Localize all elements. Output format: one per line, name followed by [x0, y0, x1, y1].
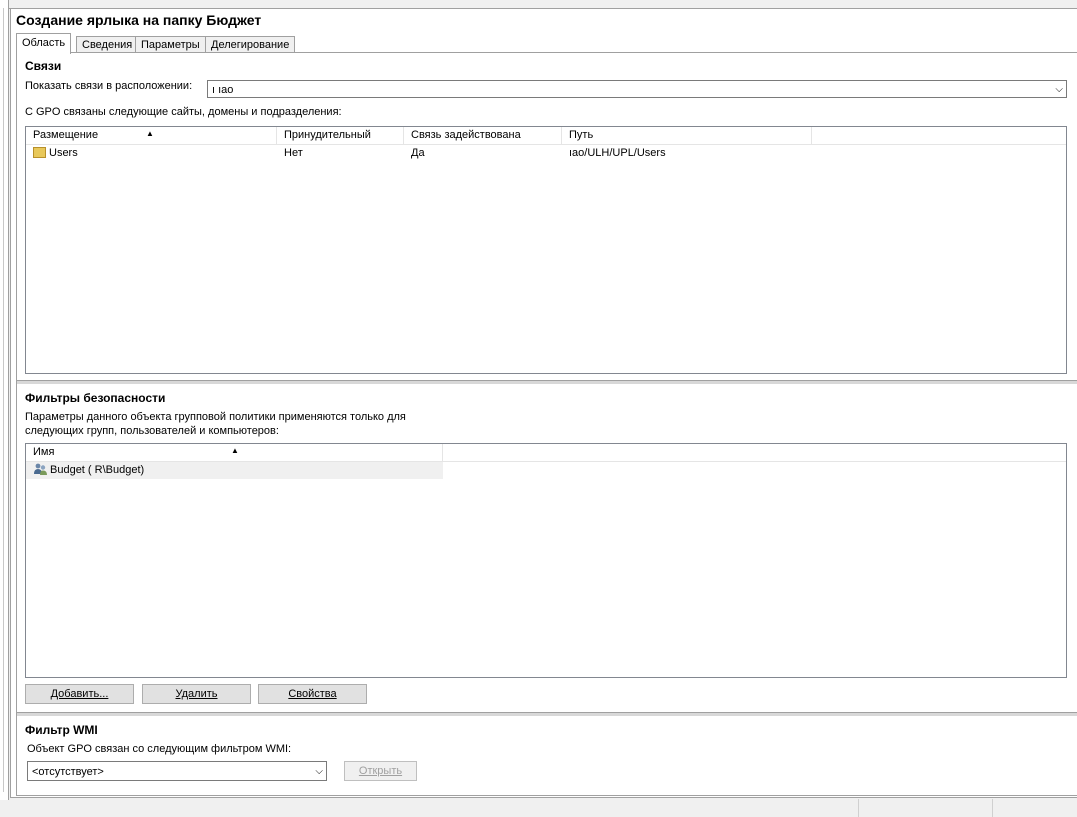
tab-settings[interactable]: Параметры: [135, 36, 206, 53]
page-title: Создание ярлыка на папку Бюджет: [16, 12, 262, 28]
wmi-filter-dropdown[interactable]: <отсутствует> ⌵: [27, 761, 327, 781]
location-dropdown[interactable]: ı ıao ⌵: [207, 80, 1067, 98]
users-group-icon: [34, 463, 47, 476]
links-list-header: Размещение ▲ Принудительный Связь задейс…: [26, 127, 1066, 145]
gpo-editor-pane: Создание ярлыка на папку Бюджет Область …: [10, 9, 1077, 798]
tab-details[interactable]: Сведения: [76, 36, 139, 53]
add-button[interactable]: Добавить...: [25, 684, 134, 704]
security-description-1: Параметры данного объекта групповой поли…: [25, 411, 406, 423]
sort-ascending-icon: ▲: [146, 129, 154, 138]
row-location: Users: [49, 147, 78, 159]
location-value: ı ıao: [212, 84, 234, 96]
col-enabled-header[interactable]: Связь задействована: [404, 127, 562, 144]
tab-delegation[interactable]: Делегирование: [205, 36, 296, 53]
left-pane-edge: [0, 0, 9, 800]
section-splitter[interactable]: [17, 712, 1077, 717]
remove-button[interactable]: Удалить: [142, 684, 251, 704]
links-description: С GPO связаны следующие сайты, домены и …: [25, 106, 342, 118]
status-bar-divider: [858, 799, 859, 817]
security-filter-list[interactable]: Имя ▲ Budget ( R\Budget): [25, 443, 1067, 678]
table-row[interactable]: Budget ( R\Budget): [26, 462, 443, 479]
security-description-2: следующих групп, пользователей и компьют…: [25, 425, 279, 437]
col-enforced-header[interactable]: Принудительный: [277, 127, 404, 144]
chevron-down-icon: ⌵: [1055, 84, 1063, 95]
row-name: Budget ( R\Budget): [50, 464, 145, 476]
scope-panel: Связи Показать связи в расположении: ı ı…: [16, 52, 1077, 796]
open-button[interactable]: Открыть: [344, 761, 417, 781]
section-splitter[interactable]: [17, 380, 1077, 385]
links-section-title: Связи: [25, 59, 62, 73]
chevron-down-icon: ⌵: [315, 766, 323, 777]
properties-button[interactable]: Свойства: [258, 684, 367, 704]
wmi-section-title: Фильтр WMI: [25, 723, 98, 737]
table-row[interactable]: Users Нет Да ıao/ULH/UPL/Users: [26, 145, 1066, 162]
col-name-header[interactable]: Имя ▲: [26, 444, 443, 461]
col-path-header[interactable]: Путь: [562, 127, 812, 144]
wmi-filter-value: <отсутствует>: [32, 766, 104, 778]
tab-scope[interactable]: Область: [16, 33, 72, 54]
security-section-title: Фильтры безопасности: [25, 391, 166, 405]
row-enabled: Да: [411, 147, 425, 159]
links-list[interactable]: Размещение ▲ Принудительный Связь задейс…: [25, 126, 1067, 374]
folder-icon: [33, 146, 46, 158]
col-location-header[interactable]: Размещение ▲: [26, 127, 277, 144]
security-list-header: Имя ▲: [26, 444, 1066, 462]
status-bar-divider: [992, 799, 993, 817]
row-path: ıao/ULH/UPL/Users: [569, 147, 666, 159]
row-enforced: Нет: [284, 147, 303, 159]
location-label: Показать связи в расположении:: [25, 80, 193, 92]
sort-ascending-icon: ▲: [231, 446, 239, 455]
wmi-description: Объект GPO связан со следующим фильтром …: [27, 743, 292, 755]
